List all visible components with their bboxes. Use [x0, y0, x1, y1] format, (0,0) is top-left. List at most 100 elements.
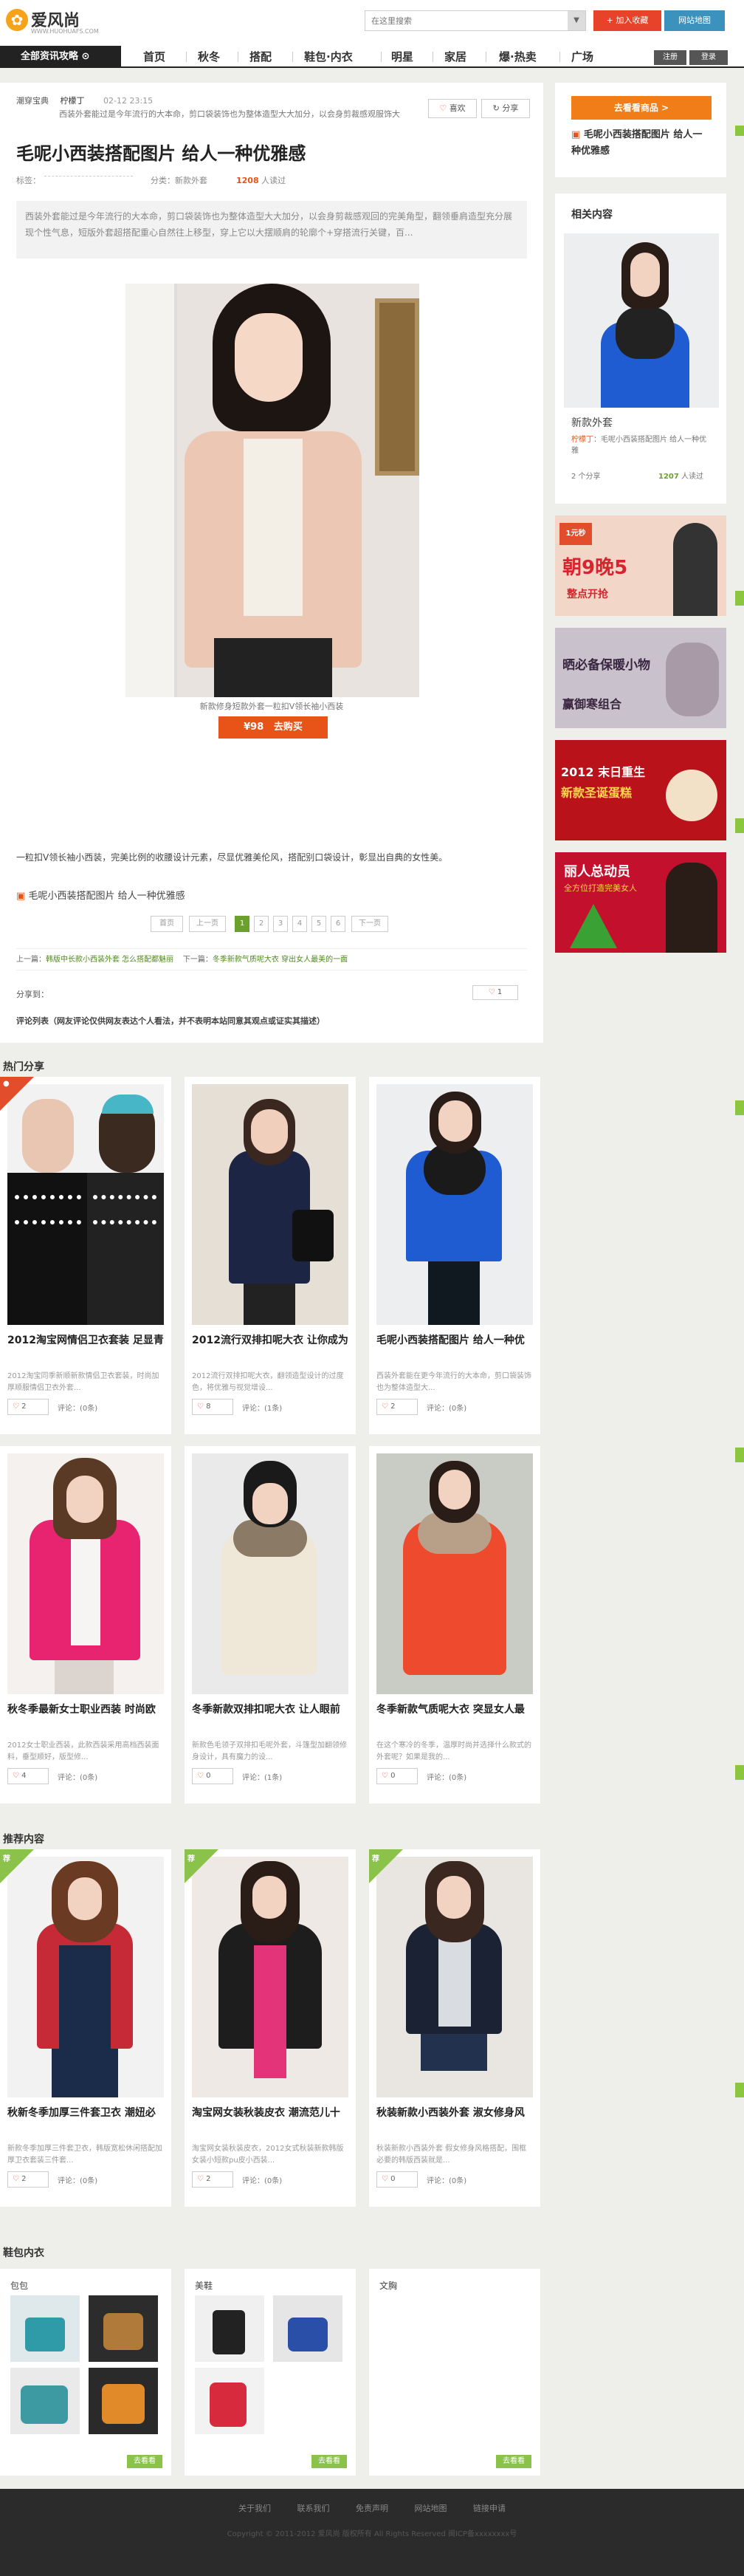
page-2[interactable]: 2 — [254, 916, 269, 932]
hot-card[interactable]: 毛呢小西装搭配图片 给人一种优 西装外套能在更今年流行的大本命，剪口袋装饰也为整… — [369, 1077, 540, 1434]
nav-item-home[interactable]: 首页 — [143, 46, 165, 68]
buy-button[interactable]: ¥98 去购买 — [218, 716, 328, 739]
footer-link-contact[interactable]: 联系我们 — [297, 2504, 330, 2513]
ad-banner-flash-sale[interactable]: 1元秒 朝9晚5 整点开抢 — [555, 515, 726, 616]
card-like-button[interactable]: ♡ 2 — [7, 1399, 49, 1415]
card-title[interactable]: 冬季新款气质呢大衣 突显女人最 — [376, 1702, 533, 1718]
login-button[interactable]: 登录 — [689, 50, 728, 65]
bra-more-button[interactable]: 去看看 — [496, 2455, 531, 2468]
share-button[interactable]: ↻ 分享 — [481, 99, 530, 118]
bag-thumb[interactable] — [89, 2295, 158, 2362]
card-like-button[interactable]: ♡ 0 — [376, 1768, 418, 1784]
bag-panel-title[interactable]: 包包 — [10, 2279, 28, 2292]
article-like-button[interactable]: ♡ 1 — [472, 985, 518, 1000]
nav-item-home-living[interactable]: 家居 — [444, 46, 466, 68]
category-menu[interactable]: 全部资讯攻略 ⊙ — [0, 46, 121, 68]
sidebar-product-link[interactable]: ▣ 毛呢小西装搭配图片 给人一种优雅感 — [571, 127, 712, 160]
search-dropdown-button[interactable]: ▼ — [568, 11, 585, 30]
card-image[interactable] — [192, 1857, 348, 2097]
card-title[interactable]: 2012淘宝网情侣卫衣套装 足显青 — [7, 1332, 164, 1349]
footer-link-about[interactable]: 关于我们 — [238, 2504, 271, 2513]
page-3[interactable]: 3 — [273, 916, 288, 932]
card-title[interactable]: 秋装新款小西装外套 淑女修身风 — [376, 2105, 533, 2121]
bag-more-button[interactable]: 去看看 — [127, 2455, 162, 2468]
nav-item-match[interactable]: 搭配 — [249, 46, 272, 68]
category-meta[interactable]: 分类：新款外套 — [151, 174, 207, 186]
card-comments[interactable]: 评论：(0条) — [58, 2174, 97, 2185]
card-image[interactable] — [192, 1453, 348, 1694]
card-image[interactable] — [7, 1453, 164, 1694]
shoes-panel-title[interactable]: 美鞋 — [195, 2279, 213, 2292]
register-button[interactable]: 注册 — [654, 50, 686, 65]
shoe-thumb[interactable] — [195, 2295, 264, 2362]
like-button[interactable]: ♡ 喜欢 — [428, 99, 477, 118]
page-prev[interactable]: 上一页 — [189, 916, 226, 932]
card-image[interactable] — [7, 1084, 164, 1325]
card-like-button[interactable]: ♡ 2 — [192, 2171, 233, 2188]
card-title[interactable]: 秋新冬季加厚三件套卫衣 潮妞必 — [7, 2105, 164, 2121]
hot-card[interactable]: 2012流行双排扣呢大衣 让你成为 2012流行双排扣呢大衣，翻领造型设计的过度… — [185, 1077, 356, 1434]
add-favorite-button[interactable]: + 加入收藏 — [593, 10, 661, 31]
recommend-card[interactable]: 荐 秋装新款小西装外套 淑女修身风 秋装新款小西装外套 假女修身风格搭配，围框必… — [369, 1849, 540, 2207]
card-like-button[interactable]: ♡ 2 — [7, 2171, 49, 2188]
recommend-card[interactable]: 荐 淘宝网女装秋装皮衣 潮流范儿十 淘宝网女装秋装皮衣，2012女式秋装新款韩版… — [185, 1849, 356, 2207]
card-comments[interactable]: 评论：(0条) — [58, 1402, 97, 1413]
footer-link-apply[interactable]: 链接申请 — [473, 2504, 506, 2513]
bag-thumb[interactable] — [10, 2295, 80, 2362]
page-next[interactable]: 下一页 — [351, 916, 388, 932]
card-like-button[interactable]: ♡ 2 — [376, 1399, 418, 1415]
page-5[interactable]: 5 — [311, 916, 326, 932]
card-image[interactable] — [376, 1453, 533, 1694]
bra-panel-title[interactable]: 文胸 — [379, 2279, 397, 2292]
bag-thumb[interactable] — [89, 2368, 158, 2434]
card-like-button[interactable]: ♡ 0 — [192, 1768, 233, 1784]
card-comments[interactable]: 评论：(0条) — [427, 2174, 466, 2185]
hot-card[interactable]: 冬季新款气质呢大衣 突显女人最 在这个寒冷的冬季，温厚时尚并选择什么款式的外套呢… — [369, 1446, 540, 1803]
nav-item-square[interactable]: 广场 — [571, 46, 593, 68]
related-caption[interactable]: 新款外套 — [571, 415, 613, 430]
site-logo[interactable]: ✿ 爱风尚 WWW.HUOHUAFS.COM — [6, 6, 102, 40]
ad-banner-beauty[interactable]: 丽人总动员 全方位打造完美女人 — [555, 852, 726, 953]
card-image[interactable] — [376, 1084, 533, 1325]
page-4[interactable]: 4 — [292, 916, 307, 932]
ad-banner-christmas-cake[interactable]: 2012 末日重生 新款圣诞蛋糕 — [555, 740, 726, 840]
prev-article-link[interactable]: 韩版中长款小西装外套 怎么搭配都魅丽 — [46, 956, 173, 964]
card-image[interactable] — [192, 1084, 348, 1325]
shoe-thumb[interactable] — [195, 2368, 264, 2434]
card-title[interactable]: 秋冬季最新女士职业西装 时尚欧 — [7, 1702, 164, 1718]
card-comments[interactable]: 评论：(1条) — [242, 1771, 282, 1782]
card-image[interactable] — [7, 1857, 164, 2097]
card-comments[interactable]: 评论：(0条) — [58, 1771, 97, 1782]
recommend-card[interactable]: 荐 秋新冬季加厚三件套卫衣 潮妞必 新款冬季加厚三件套卫衣，韩版宽松休闲搭配加厚… — [0, 1849, 171, 2207]
card-like-button[interactable]: ♡ 8 — [192, 1399, 233, 1415]
related-author[interactable]: 柠檬丁 — [571, 436, 593, 444]
ad-banner-warm-items[interactable]: 晒必备保暖小物 赢御寒组合 — [555, 628, 726, 728]
page-1[interactable]: 1 — [235, 916, 249, 932]
next-article-link[interactable]: 冬季新款气质呢大衣 穿出女人最美的一面 — [213, 956, 348, 964]
card-comments[interactable]: 评论：(0条) — [242, 2174, 282, 2185]
search-input[interactable] — [365, 11, 565, 30]
site-map-button[interactable]: 网站地图 — [664, 10, 725, 31]
card-title[interactable]: 淘宝网女装秋装皮衣 潮流范儿十 — [192, 2105, 348, 2121]
card-comments[interactable]: 评论：(0条) — [427, 1771, 466, 1782]
nav-item-shoes[interactable]: 鞋包·内衣 — [304, 46, 353, 68]
card-title[interactable]: 2012流行双排扣呢大衣 让你成为 — [192, 1332, 348, 1349]
product-image[interactable] — [125, 284, 419, 697]
card-like-button[interactable]: ♡ 0 — [376, 2171, 418, 2188]
page-6[interactable]: 6 — [331, 916, 345, 932]
nav-item-autumn[interactable]: 秋冬 — [198, 46, 220, 68]
footer-link-sitemap[interactable]: 网站地图 — [415, 2504, 447, 2513]
card-title[interactable]: 冬季新款双排扣呢大衣 让人眼前 — [192, 1702, 348, 1718]
nav-item-stars[interactable]: 明星 — [391, 46, 413, 68]
hot-card[interactable]: 秋冬季最新女士职业西装 时尚欧 2012女士职业西装，此款西装采用高档西装面料，… — [0, 1446, 171, 1803]
related-image[interactable] — [564, 233, 719, 408]
hot-card[interactable]: 冬季新款双排扣呢大衣 让人眼前 新款色毛领子双排扣毛呢外套，斗篷型加翻领修身设计… — [185, 1446, 356, 1803]
card-comments[interactable]: 评论：(0条) — [427, 1402, 466, 1413]
bag-thumb[interactable] — [10, 2368, 80, 2434]
card-like-button[interactable]: ♡ 4 — [7, 1768, 49, 1784]
view-product-button[interactable]: 去看看商品 > — [571, 96, 712, 120]
page-first[interactable]: 首页 — [151, 916, 183, 932]
card-image[interactable] — [376, 1857, 533, 2097]
card-title[interactable]: 毛呢小西装搭配图片 给人一种优 — [376, 1332, 533, 1349]
article-link[interactable]: ▣ 毛呢小西装搭配图片 给人一种优雅感 — [16, 888, 185, 902]
